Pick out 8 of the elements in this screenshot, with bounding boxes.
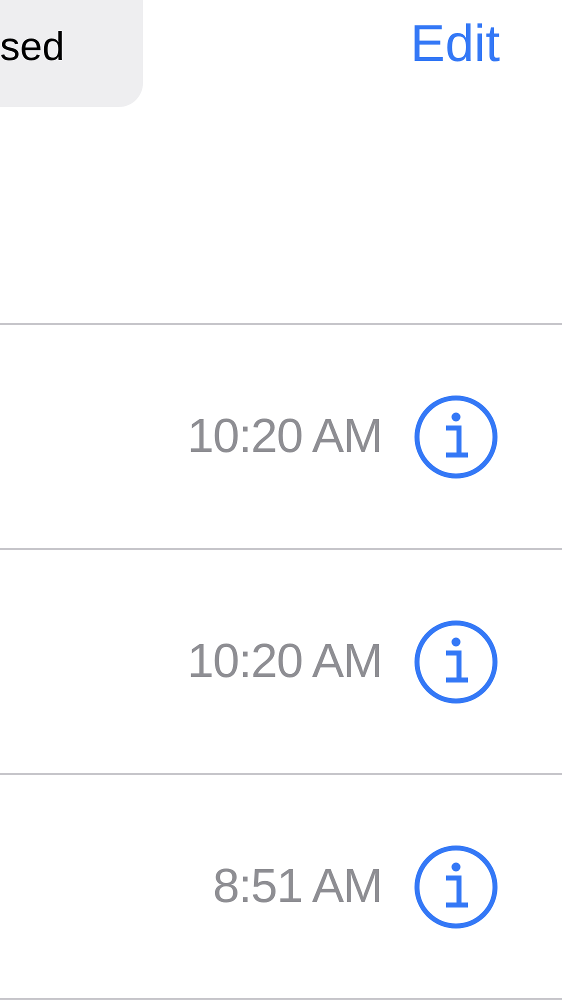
info-icon[interactable] xyxy=(414,394,498,478)
call-time: 10:20 AM xyxy=(187,409,382,464)
filter-segment[interactable]: sed xyxy=(0,0,143,107)
call-time: 8:51 AM xyxy=(212,859,382,914)
edit-button[interactable]: Edit xyxy=(410,14,500,74)
info-icon[interactable] xyxy=(414,620,498,704)
call-time: 10:20 AM xyxy=(187,634,382,689)
info-icon[interactable] xyxy=(414,844,498,928)
